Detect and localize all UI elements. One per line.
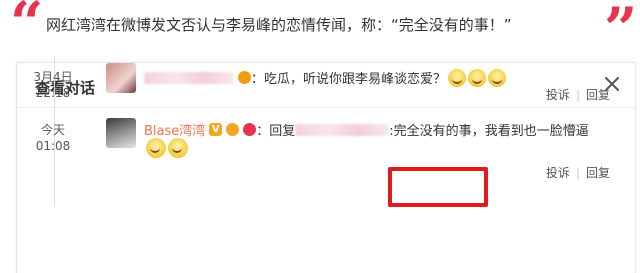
reply-link[interactable]: 回复 [586,88,610,102]
laugh-cry-emoji-icon [168,138,188,158]
title-divider [17,107,635,108]
comment-2-timestamp: 今天 01:08 [26,122,80,154]
headline-text: 网红湾湾在微博发文否认与李易峰的恋情传闻，称：“完全没有的事！” [46,16,512,34]
comment-1-text-row: ：吃瓜，听说你跟李易峰谈恋爱？ [144,68,507,87]
username-link[interactable]: Blase湾湾 [144,120,205,139]
open-quote-icon: “ [10,0,44,57]
conversation-dialog: 查看对话 [16,62,636,273]
close-quote-icon: ” [604,0,638,63]
comment-2-emojis [144,138,188,158]
verified-badge-icon: V [209,123,223,136]
crown-badge-icon [238,71,251,84]
headline-banner: “ 网红湾湾在微博发文否认与李易峰的恋情传闻，称：“完全没有的事！” ” [0,0,640,58]
reply-prefix: ：回复 [256,124,296,139]
comment-2-text-after: ，我看到也一脸懵逼 [471,124,589,139]
highlighted-quote: :完全没有的事 [389,124,472,139]
comment-2-time: 01:08 [35,139,71,153]
highlight-box [388,167,488,207]
level-badge-icon [243,123,257,136]
avatar[interactable] [106,63,136,93]
action-separator: | [575,88,580,102]
reply-link[interactable]: 回复 [586,166,610,180]
comment-1-date: 3月4日 [33,70,73,84]
blurred-username [144,71,234,84]
comment-1-text: ：吃瓜，听说你跟李易峰谈恋爱？ [251,72,447,87]
comment-2-date: 今天 [40,123,65,137]
avatar[interactable] [106,118,136,148]
comment-2-actions: 投诉 | 回复 [546,164,610,181]
comment-1-actions: 投诉 | 回复 [546,86,610,103]
comment-1-timestamp: 3月4日 22:18 [26,69,80,101]
laugh-cry-emoji-icon [488,68,507,87]
laugh-cry-emoji-icon [146,138,166,158]
action-separator: | [575,166,580,180]
report-link[interactable]: 投诉 [546,88,570,102]
report-link[interactable]: 投诉 [546,166,570,180]
laugh-cry-emoji-icon [448,68,467,87]
comment-2-text-row: Blase湾湾 V ：回复 :完全没有的事 ，我看到也一脸懵逼 [144,120,589,139]
blurred-username [295,123,390,136]
laugh-cry-emoji-icon [468,68,487,87]
comment-1-time: 22:18 [35,86,71,100]
vip-badge-icon [226,123,240,136]
